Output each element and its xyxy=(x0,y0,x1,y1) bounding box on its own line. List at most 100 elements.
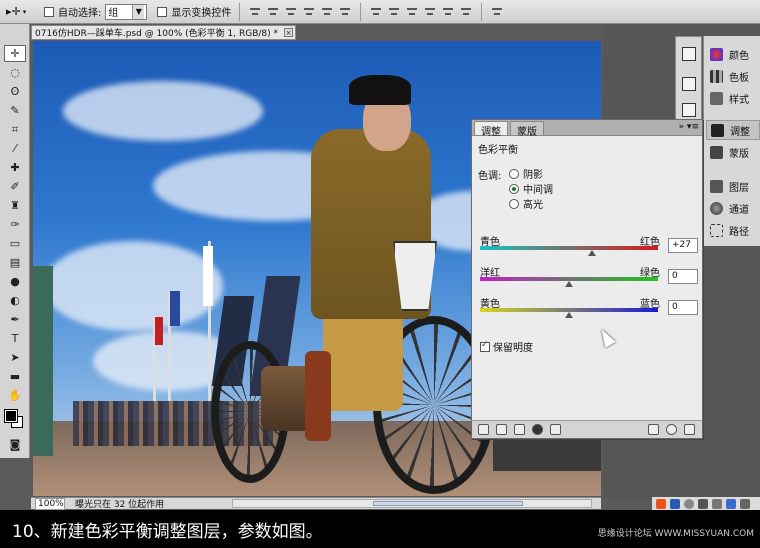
radio-button[interactable] xyxy=(509,183,519,194)
slider-knob[interactable] xyxy=(565,281,573,287)
pen-tool-icon[interactable]: ✒ xyxy=(4,311,26,328)
cyan-red-slider: 青色 红色 +27 xyxy=(480,233,698,265)
dock-item-channels[interactable]: 通道 xyxy=(706,198,760,218)
path-select-tool-icon[interactable]: ➤ xyxy=(4,349,26,366)
horizontal-scrollbar[interactable] xyxy=(232,499,592,508)
document-tab[interactable]: 0716仿HDR—踩单车.psd @ 100% (色彩平衡 1, RGB/8) … xyxy=(31,25,296,40)
photoshop-window: ▸✛ ▾ 自动选择: 组 ▼ 显示变换控件 ✛ ◌ ʘ ✎ ⌗ ⁄ ✚ ✐ ♜ … xyxy=(0,0,760,548)
distribute-right-icon[interactable] xyxy=(459,5,473,19)
show-transform-checkbox[interactable] xyxy=(157,6,168,17)
distribute-top-icon[interactable] xyxy=(369,5,383,19)
dock-item-color[interactable]: 颜色 xyxy=(706,44,760,64)
tab-adjustments[interactable]: 调整 xyxy=(474,121,508,138)
eye-icon[interactable] xyxy=(550,424,561,435)
tools-panel: ✛ ◌ ʘ ✎ ⌗ ⁄ ✚ ✐ ♜ ✑ ▭ ▤ ● ◐ ✒ T ➤ ▬ ✋ ◙ xyxy=(0,24,30,458)
actions-icon[interactable] xyxy=(682,103,696,117)
align-top-icon[interactable] xyxy=(248,5,262,19)
return-to-list-icon[interactable] xyxy=(478,424,489,435)
panel-tabs: 调整 蒙版 » ▾≡ xyxy=(472,120,702,138)
eraser-tool-icon[interactable]: ▭ xyxy=(4,235,26,252)
distribute-hcenter-icon[interactable] xyxy=(441,5,455,19)
move-tool-icon[interactable]: ✛ xyxy=(4,45,26,62)
slider-value-input[interactable]: 0 xyxy=(668,300,698,315)
distribute-vcenter-icon[interactable] xyxy=(387,5,401,19)
healing-brush-tool-icon[interactable]: ✚ xyxy=(4,159,26,176)
keyboard-icon[interactable] xyxy=(712,498,722,509)
adjustments-icon xyxy=(711,123,724,137)
dock-item-masks[interactable]: 蒙版 xyxy=(706,142,760,162)
adjustments-panel: 调整 蒙版 » ▾≡ 色彩平衡 色调: 阴影 中间调 高光 青色 红色 +27 … xyxy=(471,119,703,439)
history-icon[interactable] xyxy=(682,77,696,91)
radio-button[interactable] xyxy=(509,198,519,209)
dock-item-adjustments[interactable]: 调整 xyxy=(706,120,760,140)
moon-icon[interactable] xyxy=(684,498,694,509)
quick-mask-icon[interactable]: ◙ xyxy=(4,436,26,453)
status-text[interactable]: 曝光只在 32 位起作用 xyxy=(75,497,164,510)
align-vcenter-icon[interactable] xyxy=(266,5,280,19)
align-hcenter-icon[interactable] xyxy=(320,5,334,19)
auto-select-dropdown[interactable]: 组 ▼ xyxy=(105,3,148,20)
channels-icon xyxy=(710,201,723,215)
close-icon[interactable]: × xyxy=(284,28,293,37)
slider-value-input[interactable]: +27 xyxy=(668,238,698,253)
quick-select-tool-icon[interactable]: ✎ xyxy=(4,102,26,119)
align-right-icon[interactable] xyxy=(338,5,352,19)
input-method-icon[interactable] xyxy=(656,498,666,509)
foreground-color-swatch[interactable] xyxy=(4,409,18,423)
expand-view-icon[interactable] xyxy=(496,424,507,435)
auto-align-icon[interactable] xyxy=(490,5,504,19)
lasso-tool-icon[interactable]: ʘ xyxy=(4,83,26,100)
tools-icon[interactable] xyxy=(740,498,750,509)
auto-select-checkbox[interactable] xyxy=(44,6,54,17)
brush-tool-icon[interactable]: ✐ xyxy=(4,178,26,195)
layer-visibility-icon[interactable] xyxy=(532,424,543,435)
panel-menu-icon[interactable]: » ▾≡ xyxy=(679,122,699,132)
tone-option-midtones[interactable]: 中间调 xyxy=(509,181,553,196)
dock-item-styles[interactable]: 样式 xyxy=(706,88,760,108)
language-icon[interactable] xyxy=(670,498,680,509)
distribute-left-icon[interactable] xyxy=(423,5,437,19)
blur-tool-icon[interactable]: ● xyxy=(4,273,26,290)
hand-tool-icon[interactable]: ✋ xyxy=(4,387,26,404)
tool-preset-picker[interactable]: ▸✛ ▾ xyxy=(6,3,40,21)
punctuation-icon[interactable] xyxy=(698,498,708,509)
slider-knob[interactable] xyxy=(588,250,597,256)
tone-option-highlights[interactable]: 高光 xyxy=(509,196,543,211)
dock-item-paths[interactable]: 路径 xyxy=(706,220,760,240)
distribute-bottom-icon[interactable] xyxy=(405,5,419,19)
shape-tool-icon[interactable]: ▬ xyxy=(4,368,26,385)
tone-option-shadows[interactable]: 阴影 xyxy=(509,166,543,181)
navigator-icon[interactable] xyxy=(682,47,696,61)
history-brush-tool-icon[interactable]: ✑ xyxy=(4,216,26,233)
dock-item-layers[interactable]: 图层 xyxy=(706,176,760,196)
preserve-luminosity-checkbox[interactable] xyxy=(480,340,490,352)
layers-icon xyxy=(710,179,723,193)
align-bottom-icon[interactable] xyxy=(284,5,298,19)
clone-stamp-tool-icon[interactable]: ♜ xyxy=(4,197,26,214)
slider-track[interactable] xyxy=(480,246,658,250)
zoom-field[interactable]: 100% xyxy=(35,497,65,510)
preserve-luminosity[interactable]: 保留明度 xyxy=(480,339,533,354)
caption-text: 10、新建色彩平衡调整图层，参数如图。 xyxy=(12,522,323,542)
trash-icon[interactable] xyxy=(684,424,695,435)
marquee-tool-icon[interactable]: ◌ xyxy=(4,64,26,81)
gradient-tool-icon[interactable]: ▤ xyxy=(4,254,26,271)
radio-button[interactable] xyxy=(509,168,519,179)
dock-item-swatches[interactable]: 色板 xyxy=(706,66,760,86)
dodge-tool-icon[interactable]: ◐ xyxy=(4,292,26,309)
previous-state-icon[interactable] xyxy=(648,424,659,435)
scrollbar-thumb[interactable] xyxy=(373,501,523,506)
eyedropper-tool-icon[interactable]: ⁄ xyxy=(4,140,26,157)
slider-value-input[interactable]: 0 xyxy=(668,269,698,284)
clip-to-layer-icon[interactable] xyxy=(514,424,525,435)
tab-masks[interactable]: 蒙版 xyxy=(510,121,544,138)
styles-icon xyxy=(710,91,723,105)
slider-knob[interactable] xyxy=(565,312,573,318)
panel-dock: 颜色 色板 样式 调整 蒙版 图层 通道 路径 xyxy=(703,36,760,246)
align-left-icon[interactable] xyxy=(302,5,316,19)
collapsed-panel-strip xyxy=(675,36,702,124)
user-icon[interactable] xyxy=(726,498,736,509)
crop-tool-icon[interactable]: ⌗ xyxy=(4,121,26,138)
type-tool-icon[interactable]: T xyxy=(4,330,26,347)
reset-icon[interactable] xyxy=(666,424,677,435)
